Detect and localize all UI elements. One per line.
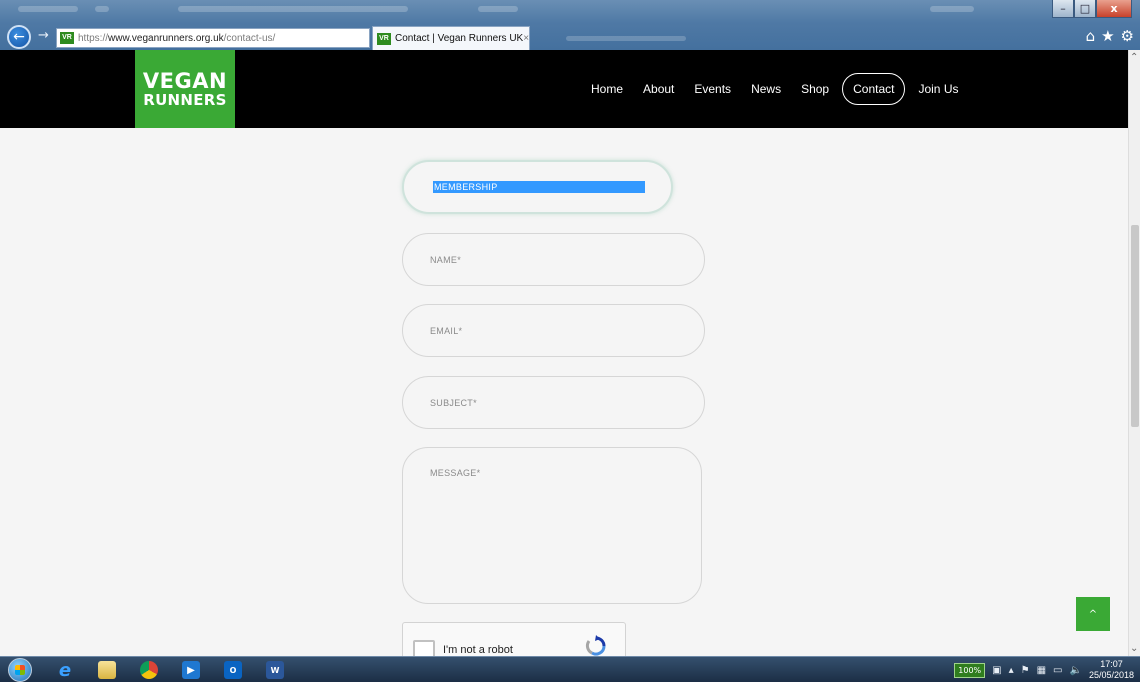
site-favicon: VR [60, 32, 74, 44]
scroll-down-arrow-icon[interactable]: ⌄ [1130, 643, 1138, 654]
browser-toolbar: ⌂ ★ ⚙ [1086, 27, 1134, 45]
nav-about[interactable]: About [636, 76, 681, 102]
logo-line-vegan: VEGAN [142, 68, 228, 93]
taskbar-media-player[interactable]: ▶ [172, 659, 210, 681]
name-field[interactable] [402, 233, 705, 286]
email-field[interactable] [402, 304, 705, 357]
word-icon: W [266, 661, 284, 679]
back-arrow-icon: ← [13, 29, 25, 45]
page-scrollbar[interactable]: ⌃ ⌄ [1128, 50, 1140, 656]
zoom-level[interactable]: 100% [954, 662, 986, 678]
back-button[interactable]: ← [7, 25, 31, 49]
tab-title: Contact | Vegan Runners UK [395, 33, 524, 44]
battery-icon[interactable]: ▭ [1053, 665, 1062, 676]
keyboard-icon[interactable]: ▣ [992, 665, 1001, 676]
tray-expand-icon[interactable]: ▴ [1009, 665, 1014, 676]
forward-button[interactable]: → [38, 28, 49, 43]
system-tray: 100% ▣ ▴ ⚑ ▦ ▭ 🔈 17:07 25/05/2018 [954, 659, 1134, 681]
clock-time: 17:07 [1100, 659, 1123, 669]
logo-line-runners: RUNNERS [143, 90, 227, 109]
windows-taskbar: e ▶ O W 100% ▣ ▴ ⚑ ▦ ▭ 🔈 17:07 25/05/201… [0, 656, 1140, 682]
clock[interactable]: 17:07 25/05/2018 [1089, 659, 1134, 681]
subject-field[interactable] [402, 376, 705, 429]
message-field[interactable] [402, 447, 702, 604]
recaptcha-label: I'm not a robot [443, 644, 513, 656]
window-title-bar: – □ x [0, 0, 1140, 24]
favorites-star-icon[interactable]: ★ [1101, 27, 1114, 45]
taskbar-internet-explorer[interactable]: e [46, 659, 84, 681]
taskbar-file-explorer[interactable] [88, 659, 126, 681]
tab-close-icon[interactable]: × [523, 33, 529, 44]
window-close-button[interactable]: x [1096, 0, 1132, 18]
url-path: /contact-us/ [223, 32, 276, 44]
outlook-icon: O [224, 661, 242, 679]
network-icon[interactable]: ▦ [1037, 665, 1046, 676]
url-protocol: https:// [78, 32, 109, 44]
windows-start-button[interactable] [8, 658, 32, 682]
taskbar-chrome[interactable] [130, 659, 168, 681]
nav-join-us[interactable]: Join Us [911, 76, 965, 102]
scrollbar-thumb[interactable] [1131, 225, 1139, 427]
nav-contact[interactable]: Contact [842, 73, 906, 105]
address-bar[interactable]: VR https:// www.veganrunners.org.uk /con… [56, 28, 370, 48]
window-maximize-button[interactable]: □ [1074, 0, 1096, 18]
chevron-up-icon: ^ [1088, 608, 1098, 620]
browser-chrome: – □ x ← → VR https:// www.veganrunners.o… [0, 0, 1140, 50]
back-to-top-button[interactable]: ^ [1076, 597, 1110, 631]
recaptcha-logo-icon [585, 635, 606, 656]
flag-icon[interactable]: ⚑ [1021, 665, 1030, 676]
site-logo[interactable]: VEGAN RUNNERS [135, 50, 235, 128]
volume-icon[interactable]: 🔈 [1070, 665, 1082, 676]
nav-events[interactable]: Events [687, 76, 738, 102]
tab-contact[interactable]: VR Contact | Vegan Runners UK × [372, 26, 530, 50]
topic-select[interactable]: MEMBERSHIP [402, 160, 673, 214]
taskbar-word[interactable]: W [256, 659, 294, 681]
tab-favicon: VR [377, 32, 391, 45]
clock-date: 25/05/2018 [1088, 670, 1134, 680]
taskbar-outlook[interactable]: O [214, 659, 252, 681]
settings-gear-icon[interactable]: ⚙ [1121, 27, 1134, 45]
url-host: www.veganrunners.org.uk [108, 32, 224, 44]
nav-home[interactable]: Home [584, 76, 630, 102]
new-tab-area[interactable] [532, 29, 702, 47]
main-nav: Home About Events News Shop Contact Join… [584, 50, 971, 128]
site-header: VEGAN RUNNERS Home About Events News Sho… [0, 50, 1128, 128]
media-player-icon: ▶ [182, 661, 200, 679]
topic-select-value: MEMBERSHIP [433, 181, 645, 193]
nav-news[interactable]: News [744, 76, 788, 102]
scroll-up-arrow-icon[interactable]: ⌃ [1130, 52, 1138, 63]
home-icon[interactable]: ⌂ [1086, 27, 1096, 45]
window-minimize-button[interactable]: – [1052, 0, 1074, 18]
chrome-icon [140, 661, 158, 679]
nav-shop[interactable]: Shop [794, 76, 836, 102]
internet-explorer-icon: e [58, 659, 72, 681]
folder-icon [98, 661, 116, 679]
